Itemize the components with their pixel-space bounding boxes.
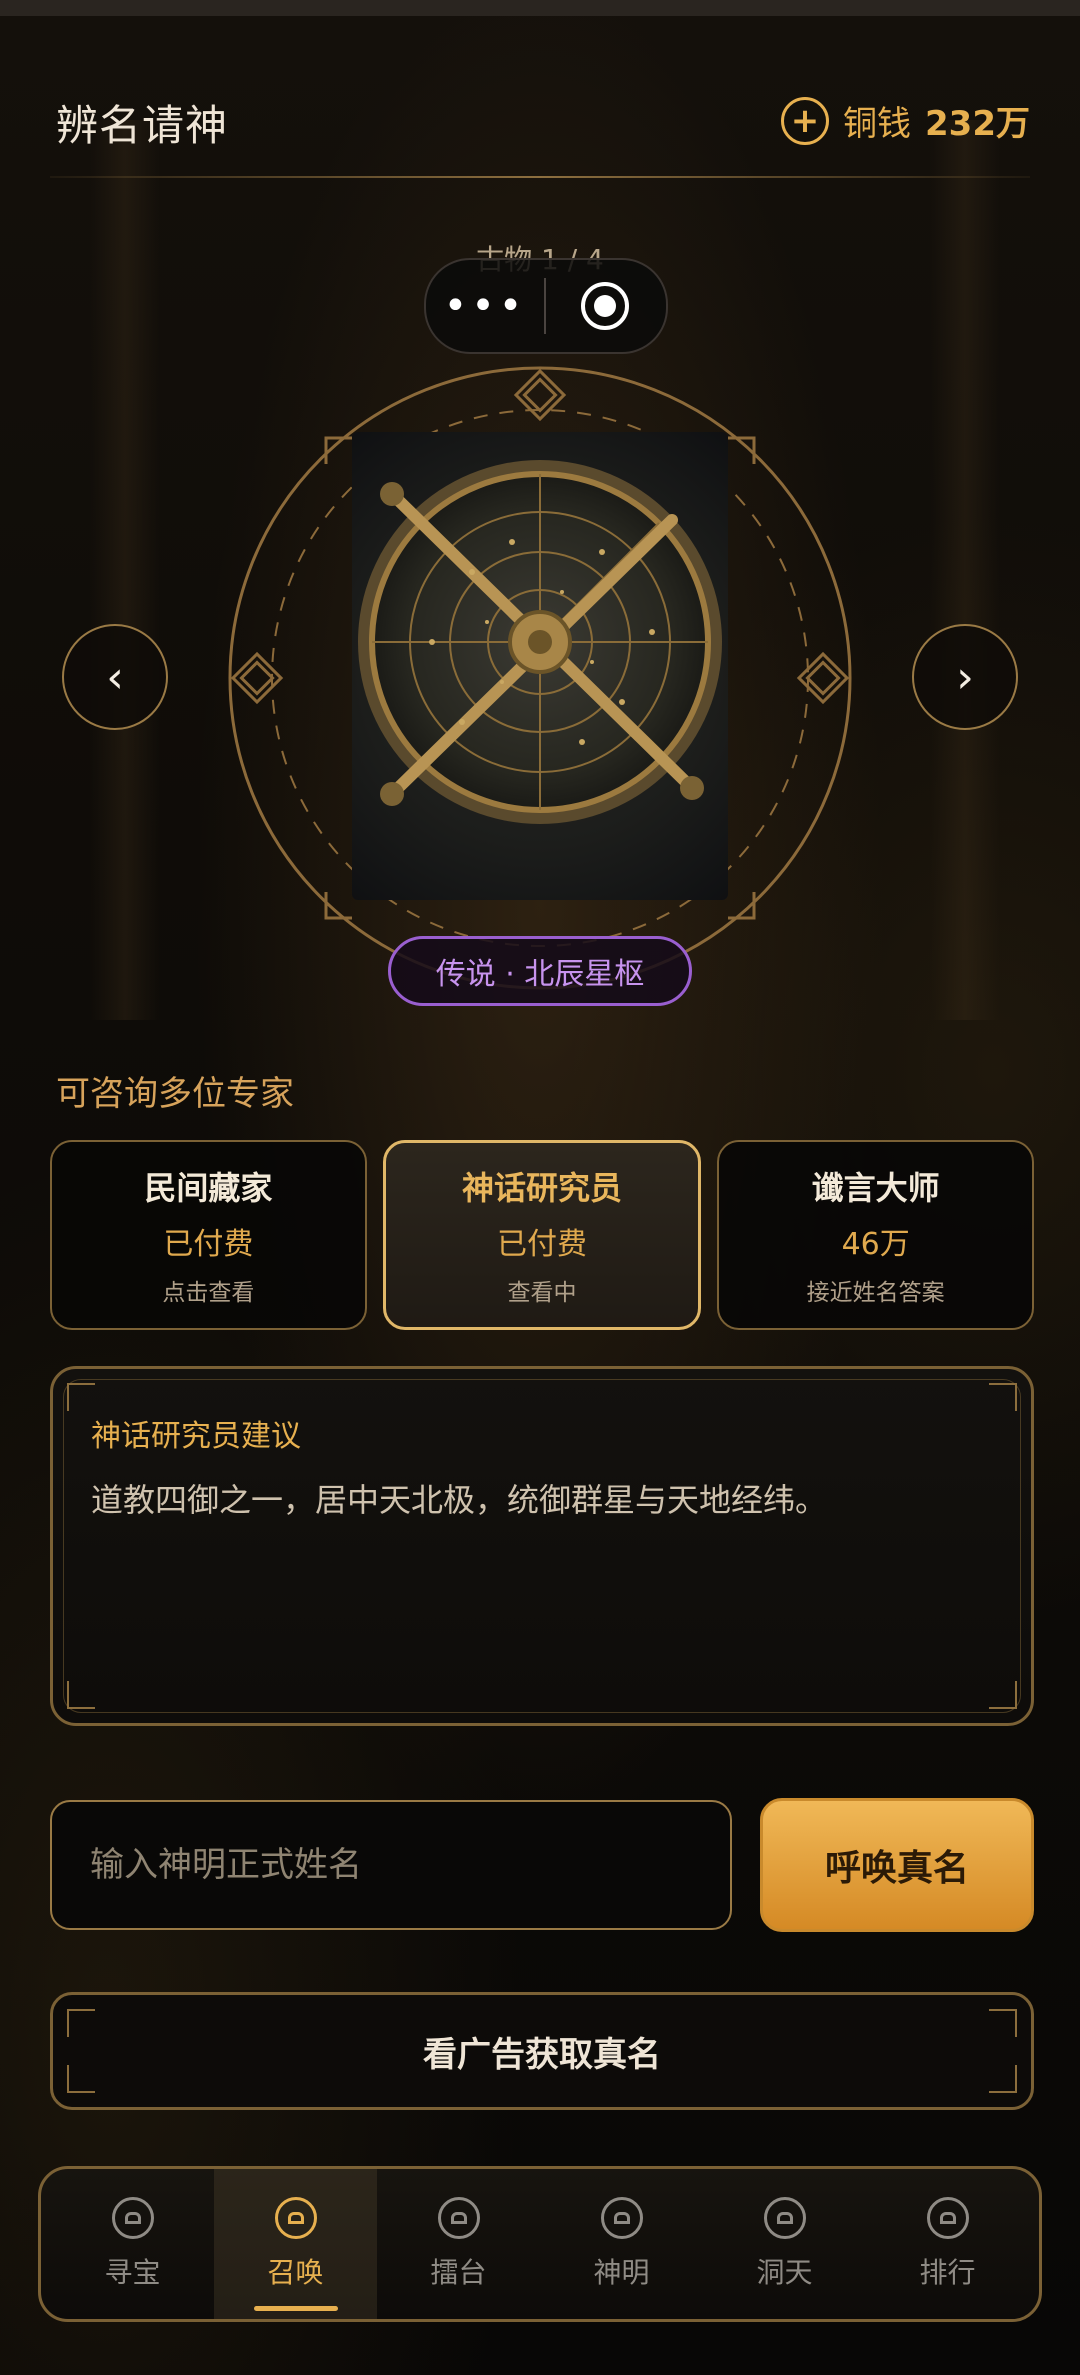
deity-icon [600,2197,643,2239]
expert-card-prophecy-master[interactable]: 谶言大师 46万 接近姓名答案 [717,1140,1035,1330]
summon-icon [274,2197,317,2239]
watch-ad-label: 看广告获取真名 [423,2034,661,2075]
expert-name: 民间藏家 [144,1169,273,1207]
page-title: 辨名请神 [56,101,229,150]
tab-ranking[interactable]: 排行 [866,2169,1029,2319]
frame-corner [67,2009,95,2037]
tab-treasure[interactable]: 寻宝 [51,2169,214,2319]
tab-grotto[interactable]: 洞天 [703,2169,866,2319]
expert-card-folk-collector[interactable]: 民间藏家 已付费 点击查看 [50,1140,367,1330]
chevron-right-icon: › [956,651,974,703]
bottom-tab-bar: 寻宝 召唤 擂台 神明 洞天 排行 [38,2166,1042,2322]
tab-label: 召唤 [267,2256,324,2289]
frame-corner [67,1681,95,1709]
tab-label: 寻宝 [104,2256,161,2289]
header-divider [50,176,1030,178]
summon-button[interactable]: 呼唤真名 [760,1798,1034,1932]
frame-corner [989,1681,1017,1709]
expert-price: 46万 [841,1227,910,1262]
expert-price: 已付费 [163,1227,254,1262]
next-artifact-button[interactable]: › [912,624,1018,730]
status-strip [0,0,1080,16]
rarity-badge: 传说 · 北辰星枢 [388,936,692,1006]
prev-artifact-button[interactable]: ‹ [62,624,168,730]
artifact-image [352,432,728,900]
close-target-button[interactable] [546,282,664,330]
watch-ad-button[interactable]: 看广告获取真名 [50,1992,1034,2110]
expert-card-myth-researcher[interactable]: 神话研究员 已付费 查看中 [382,1140,702,1330]
expert-hint: 点击查看 [162,1280,255,1306]
frame-corner [989,2009,1017,2037]
tab-deities[interactable]: 神明 [540,2169,703,2319]
currency-label: 铜钱 [843,104,912,144]
advice-title: 神话研究员建议 [91,1419,301,1454]
grotto-icon [763,2197,806,2239]
tab-label: 神明 [593,2256,650,2289]
experts-section-title: 可咨询多位专家 [56,1074,294,1114]
target-icon [581,282,629,330]
add-currency-icon[interactable]: + [781,96,830,145]
frame-corner [989,2065,1017,2093]
expert-price: 已付费 [497,1227,587,1262]
expert-hint: 查看中 [507,1280,577,1306]
tab-summon[interactable]: 召唤 [214,2169,377,2319]
advice-panel: 神话研究员建议 道教四御之一，居中天北极，统御群星与天地经纬。 [50,1366,1034,1726]
expert-name: 谶言大师 [811,1169,940,1207]
expert-list: 民间藏家 已付费 点击查看 神话研究员 已付费 查看中 谶言大师 46万 接近姓… [50,1140,1035,1330]
mini-program-capsule: ••• [424,258,668,354]
frame-corner [67,2065,95,2093]
tab-label: 洞天 [756,2256,813,2289]
expert-hint: 接近姓名答案 [806,1280,945,1306]
frame-corner [989,1383,1017,1411]
currency-display: + 铜钱 232万 [781,96,1030,145]
treasure-icon [111,2197,154,2239]
tab-label: 擂台 [430,2256,487,2289]
tab-arena[interactable]: 擂台 [377,2169,540,2319]
tab-label: 排行 [919,2256,976,2289]
advice-text: 道教四御之一，居中天北极，统御群星与天地经纬。 [91,1481,828,1519]
deity-name-input[interactable] [50,1800,732,1930]
currency-value: 232万 [925,104,1030,144]
frame-corner [67,1383,95,1411]
chevron-left-icon: ‹ [106,651,124,703]
more-icon[interactable]: ••• [426,286,544,326]
arena-icon [437,2197,480,2239]
active-tab-indicator [253,2306,338,2311]
expert-name: 神话研究员 [462,1169,623,1207]
ranking-icon [926,2197,969,2239]
astrolabe-illustration [358,460,722,824]
